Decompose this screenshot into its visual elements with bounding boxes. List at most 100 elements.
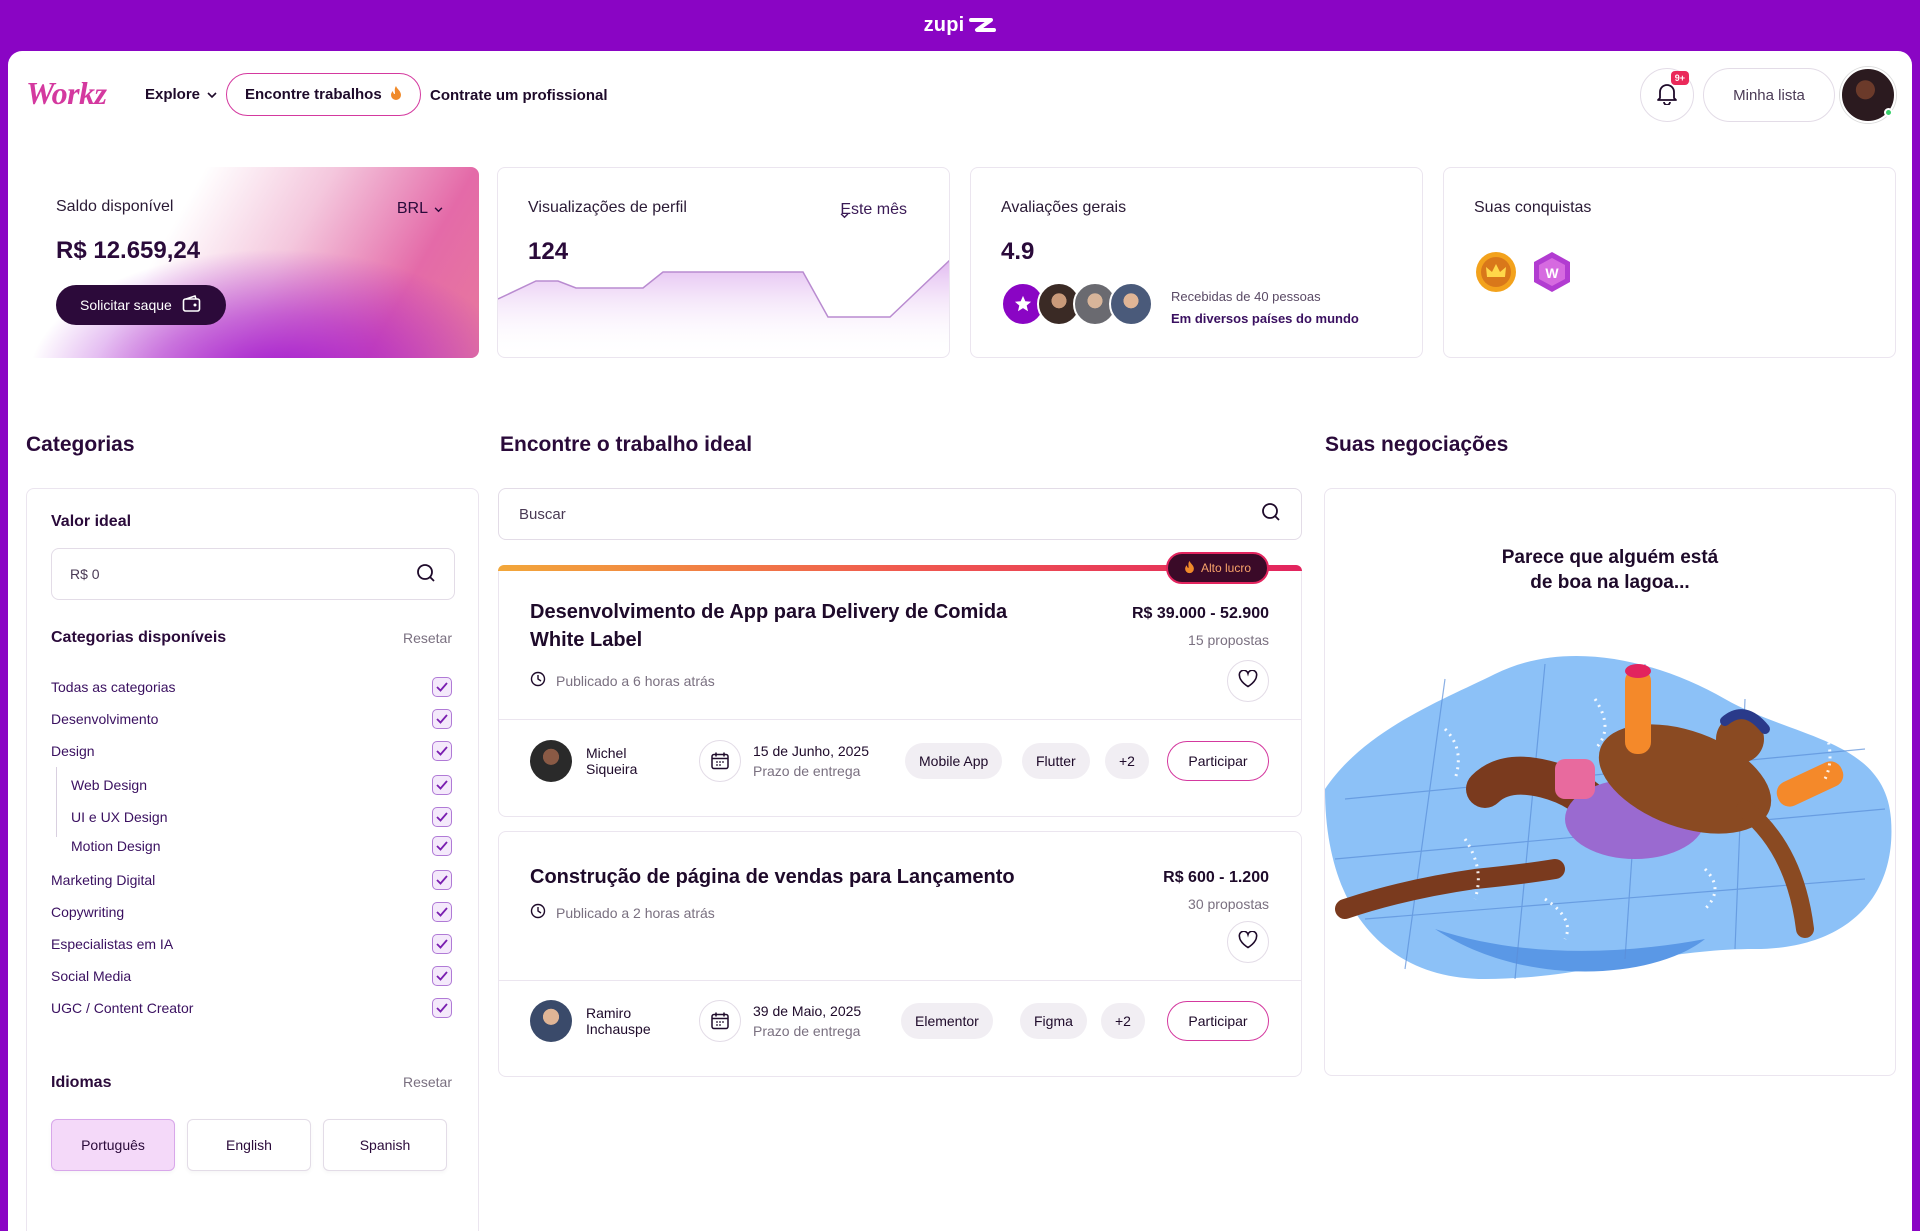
category-item[interactable]: Social Media <box>51 965 452 987</box>
job-tag-more[interactable]: +2 <box>1101 1003 1145 1039</box>
jobs-title: Encontre o trabalho ideal <box>500 433 753 456</box>
category-item[interactable]: Todas as categorias <box>51 676 452 698</box>
category-item[interactable]: Marketing Digital <box>51 869 452 891</box>
languages-reset-button[interactable]: Resetar <box>403 1074 452 1090</box>
category-label: Especialistas em IA <box>51 936 174 952</box>
category-label: Todas as categorias <box>51 679 176 695</box>
clock-icon <box>530 671 546 690</box>
job-price: R$ 600 - 1.200 <box>1163 869 1269 886</box>
job-card[interactable]: Construção de página de vendas para Lanç… <box>498 831 1302 1077</box>
checkbox-checked-icon[interactable] <box>432 902 452 922</box>
crown-medal-icon[interactable] <box>1474 250 1518 294</box>
job-posted-text: Publicado a 6 horas atrás <box>556 672 715 689</box>
language-spanish-button[interactable]: Spanish <box>323 1119 447 1171</box>
checkbox-checked-icon[interactable] <box>432 677 452 697</box>
online-status-dot <box>1884 108 1893 117</box>
category-item[interactable]: Design <box>51 740 452 762</box>
ratings-card: Avaliações gerais 4.9 Recebidas de 40 pe… <box>970 167 1423 358</box>
search-icon <box>416 563 436 586</box>
relaxing-in-pool-illustration <box>1325 655 1892 980</box>
category-item[interactable]: Desenvolvimento <box>51 708 452 730</box>
job-tag[interactable]: Mobile App <box>905 743 1003 779</box>
job-client[interactable]: Michel Siqueira <box>530 740 637 782</box>
ideal-value-input[interactable]: R$ 0 <box>51 548 455 600</box>
period-value: Este mês <box>840 201 907 218</box>
category-label: Copywriting <box>51 904 125 920</box>
zupi-logo-text: zupi <box>923 14 965 36</box>
job-title[interactable]: Construção de página de vendas para Lanç… <box>530 863 1090 891</box>
client-last-name: Inchauspe <box>586 1021 651 1037</box>
category-item[interactable]: Especialistas em IA <box>51 933 452 955</box>
job-posted: Publicado a 2 horas atrás <box>530 903 715 922</box>
categories-panel: Valor ideal R$ 0 Categorias disponíveis … <box>26 488 479 1231</box>
svg-text:W: W <box>1545 265 1559 281</box>
job-tag-more[interactable]: +2 <box>1105 743 1149 779</box>
zupi-topbar: zupi <box>0 0 1920 51</box>
ideal-value-label: Valor ideal <box>51 513 132 530</box>
fire-icon <box>390 85 402 105</box>
user-avatar[interactable] <box>1840 67 1896 123</box>
language-english-button[interactable]: English <box>187 1119 311 1171</box>
category-label: UGC / Content Creator <box>51 1000 194 1016</box>
category-item[interactable]: UGC / Content Creator <box>51 997 452 1019</box>
job-divider <box>499 719 1301 720</box>
job-tag[interactable]: Figma <box>1020 1003 1087 1039</box>
ratings-label: Avaliações gerais <box>1001 199 1127 216</box>
checkbox-checked-icon[interactable] <box>432 807 452 827</box>
category-item[interactable]: Copywriting <box>51 901 452 923</box>
subcategory-item[interactable]: UI e UX Design <box>71 806 452 828</box>
currency-select[interactable]: BRL <box>397 200 443 218</box>
my-list-button[interactable]: Minha lista <box>1703 68 1835 122</box>
negotiations-panel: Parece que alguém está de boa na lagoa..… <box>1324 488 1896 1076</box>
job-client[interactable]: Ramiro Inchauspe <box>530 1000 651 1042</box>
language-portuguese-button[interactable]: Português <box>51 1119 175 1171</box>
categories-reset-button[interactable]: Resetar <box>403 630 452 646</box>
w-gem-icon[interactable]: W <box>1530 250 1574 294</box>
categories-title: Categorias <box>26 433 135 456</box>
calendar-icon <box>699 1000 741 1042</box>
period-select[interactable]: Este mês <box>840 201 913 219</box>
subcategory-item[interactable]: Web Design <box>71 774 452 796</box>
balance-label: Saldo disponível <box>56 198 174 215</box>
ideal-value-placeholder: R$ 0 <box>70 566 100 582</box>
category-label: Design <box>51 743 95 759</box>
checkbox-checked-icon[interactable] <box>432 966 452 986</box>
participate-button[interactable]: Participar <box>1167 1001 1269 1041</box>
chevron-down-icon <box>207 86 217 103</box>
checkbox-checked-icon[interactable] <box>432 836 452 856</box>
nav-find-jobs-button[interactable]: Encontre trabalhos <box>226 73 421 116</box>
job-tag[interactable]: Elementor <box>901 1003 993 1039</box>
checkbox-checked-icon[interactable] <box>432 775 452 795</box>
job-search-placeholder: Buscar <box>519 505 566 523</box>
achievements-card: Suas conquistas W <box>1443 167 1896 358</box>
high-profit-badge: Alto lucro <box>1165 552 1269 584</box>
checkbox-checked-icon[interactable] <box>432 934 452 954</box>
job-deadline: 39 de Maio, 2025 Prazo de entrega <box>699 1000 861 1042</box>
job-tag[interactable]: Flutter <box>1022 743 1090 779</box>
wallet-icon <box>182 294 202 316</box>
favorite-button[interactable] <box>1227 660 1269 702</box>
job-deadline: 15 de Junho, 2025 Prazo de entrega <box>699 740 869 782</box>
participate-button[interactable]: Participar <box>1167 741 1269 781</box>
search-icon <box>1261 502 1281 526</box>
job-search-input[interactable]: Buscar <box>498 488 1302 540</box>
achievements-label: Suas conquistas <box>1474 199 1592 216</box>
favorite-button[interactable] <box>1227 921 1269 963</box>
subcategory-item[interactable]: Motion Design <box>71 835 452 857</box>
high-profit-label: Alto lucro <box>1200 561 1251 575</box>
workz-logo[interactable]: Workz <box>26 75 107 112</box>
checkbox-checked-icon[interactable] <box>432 870 452 890</box>
notifications-button[interactable]: 9+ <box>1640 68 1694 122</box>
avatar <box>1109 282 1153 326</box>
calendar-icon <box>699 740 741 782</box>
deadline-label: Prazo de entrega <box>753 763 861 779</box>
withdraw-button[interactable]: Solicitar saque <box>56 285 226 325</box>
checkbox-checked-icon[interactable] <box>432 998 452 1018</box>
checkbox-checked-icon[interactable] <box>432 709 452 729</box>
checkbox-checked-icon[interactable] <box>432 741 452 761</box>
job-title[interactable]: Desenvolvimento de App para Delivery de … <box>530 598 1050 654</box>
nav-hire-professional[interactable]: Contrate um profissional <box>430 87 608 104</box>
nav-explore[interactable]: Explore <box>145 86 217 103</box>
rating-avatars <box>1001 282 1153 326</box>
job-card[interactable]: Alto lucro Desenvolvimento de App para D… <box>498 552 1302 817</box>
